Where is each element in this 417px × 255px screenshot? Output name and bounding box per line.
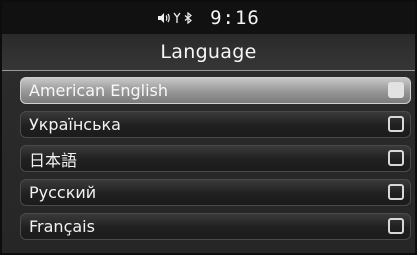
language-screen: 9:16 Language American English Українськ… [0,0,417,255]
checkbox-checked-icon[interactable] [388,82,404,98]
checkbox-icon[interactable] [388,150,404,166]
language-item-french[interactable]: Français [20,213,411,240]
clock: 9:16 [210,7,260,29]
checkbox-icon[interactable] [388,218,404,234]
title-bar: Language [2,34,415,71]
volume-icon [158,13,170,23]
language-label: Українська [29,115,121,134]
language-item-russian[interactable]: Русский [20,179,411,206]
status-bar: 9:16 [2,2,415,34]
page-title: Language [160,41,257,63]
language-item-american-english[interactable]: American English [20,77,411,104]
language-label: Русский [29,183,97,202]
language-item-ukrainian[interactable]: Українська [20,111,411,138]
language-label: American English [29,81,168,100]
language-label: 日本語 [29,150,78,170]
bluetooth-icon [184,12,193,24]
language-list: American English Українська 日本語 Русский … [20,77,411,247]
checkbox-icon[interactable] [388,116,404,132]
language-label: Français [29,217,95,236]
status-icons [157,12,193,24]
checkbox-icon[interactable] [388,184,404,200]
language-item-japanese[interactable]: 日本語 [20,145,411,172]
signal-icon [173,12,181,23]
